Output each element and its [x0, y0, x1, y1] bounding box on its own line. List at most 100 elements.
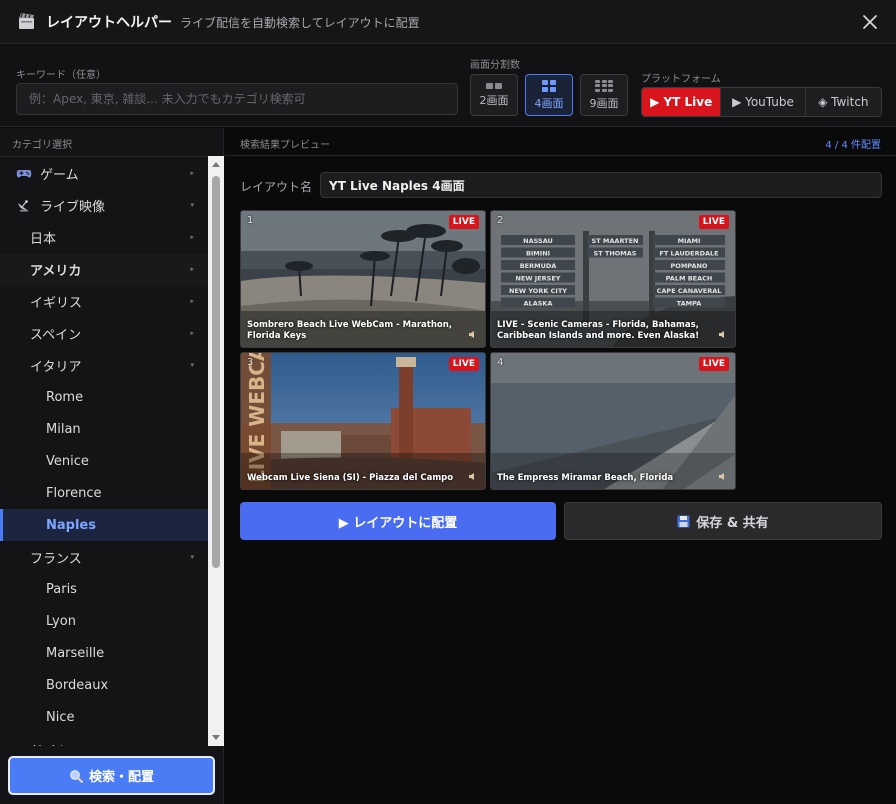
sidebar-item-bordeaux[interactable]: Bordeaux	[0, 669, 208, 701]
platform-youtube-button[interactable]: ▶ YouTube	[721, 88, 806, 116]
apply-layout-button[interactable]: ▶ レイアウトに配置	[240, 502, 556, 540]
speaker-icon[interactable]	[718, 330, 727, 339]
scroll-up-icon[interactable]	[212, 162, 220, 167]
signpost-label: POMPANO	[671, 262, 708, 270]
split-9-button[interactable]: 9画面	[580, 74, 628, 116]
signpost-label: NEW JERSEY	[515, 275, 560, 283]
stream-tile-1[interactable]: 1 LIVE Sombrero Beach Live WebCam - Mara…	[240, 210, 486, 348]
stream-title: Sombrero Beach Live WebCam - Marathon, F…	[247, 320, 453, 341]
sidebar-item-venice[interactable]: Venice	[0, 445, 208, 477]
signpost-label: FT LAUDERDALE	[659, 250, 718, 258]
sidebar-item-スペイン[interactable]: スペイン ▸	[0, 317, 208, 349]
sidebar-item-label: Lyon	[46, 613, 76, 629]
save-share-button[interactable]: 保存 & 共有	[564, 502, 882, 540]
live-badge: LIVE	[698, 357, 729, 371]
platform-selector: ▶ YT Live ▶ YouTube ◈ Twitch	[641, 87, 882, 117]
title-bar: レイアウトヘルパー ライブ配信を自動検索してレイアウトに配置	[0, 0, 896, 44]
split-2-button[interactable]: 2画面	[470, 74, 518, 116]
app-subtitle: ライブ配信を自動検索してレイアウトに配置	[180, 16, 420, 30]
sidebar-item-ドイツ[interactable]: ドイツ ▾	[0, 733, 208, 747]
sidebar-item-nice[interactable]: Nice	[0, 701, 208, 733]
tile-number: 2	[497, 215, 504, 226]
sidebar-item-label: Venice	[46, 453, 89, 469]
signpost-label: MIAMI	[678, 237, 701, 245]
signpost-label: ALASKA	[524, 300, 553, 308]
search-place-label: 検索・配置	[88, 770, 154, 785]
sidebar-item-ライブ映像[interactable]: ライブ映像 ▾	[0, 189, 208, 221]
app-title: レイアウトヘルパー	[46, 15, 172, 31]
stream-thumbnail-3: LIVE WEBCAM	[241, 353, 485, 489]
stream-tile-2[interactable]: NASSAU BIMINI BERMUDA NEW JERSEY NEW YORK CI…	[490, 210, 736, 348]
sidebar-item-label: イギリス	[30, 295, 83, 311]
preview-panel: 検索結果プレビュー 4 / 4 件配置 レイアウト名 1 LIVE Sombre…	[225, 128, 896, 804]
gamepad-icon	[16, 170, 32, 178]
floppy-disk-icon	[677, 515, 690, 527]
sidebar-item-naples[interactable]: Naples	[0, 509, 208, 541]
keyword-input[interactable]	[16, 83, 458, 115]
platform-yt-live-button[interactable]: ▶ YT Live	[642, 88, 722, 116]
sidebar-item-milan[interactable]: Milan	[0, 413, 208, 445]
sidebar-item-アメリカ[interactable]: アメリカ ▸	[0, 253, 208, 285]
stream-tile-3[interactable]: LIVE WEBCAM 3 LIVE Webcam Live Siena (SI…	[240, 352, 486, 490]
platform-label: プラットフォーム	[641, 74, 721, 85]
tile-number: 4	[497, 357, 504, 368]
sidebar-item-ゲーム[interactable]: ゲーム ▸	[0, 157, 208, 189]
stream-tile-4[interactable]: 4 LIVE The Empress Miramar Beach, Florid…	[490, 352, 736, 490]
sidebar-item-label: ライブ映像	[40, 199, 106, 215]
split-4-button[interactable]: 4画面	[525, 74, 573, 116]
sidebar-item-日本[interactable]: 日本 ▸	[0, 221, 208, 253]
search-controls: キーワード（任意） 画面分割数 2画面 4画面 9画面 プラットフォーム ▶ Y…	[0, 45, 896, 127]
signpost-label: BERMUDA	[520, 262, 557, 270]
chevron-down-icon: ▾	[190, 745, 194, 746]
sidebar-item-florence[interactable]: Florence	[0, 477, 208, 509]
sidebar-item-イギリス[interactable]: イギリス ▸	[0, 285, 208, 317]
save-share-label: 保存 & 共有	[696, 515, 769, 531]
speaker-icon[interactable]	[468, 472, 477, 481]
chevron-right-icon: ▸	[190, 233, 194, 241]
sidebar-item-paris[interactable]: Paris	[0, 573, 208, 605]
search-place-button[interactable]: 検索・配置	[8, 756, 215, 795]
close-icon[interactable]	[860, 12, 880, 32]
keyword-label: キーワード（任意）	[16, 70, 106, 81]
sidebar-item-label: Paris	[46, 581, 77, 597]
sidebar-item-label: Marseille	[46, 645, 105, 661]
category-sidebar: カテゴリ選択 ゲーム ▸ ライブ映像 ▾ 日本 ▸ アメリカ ▸ イギリス ▸ スペイン ▸ イタリア ▾…	[0, 128, 224, 804]
sidebar-scrollbar[interactable]	[208, 156, 224, 746]
clapper-board-icon	[19, 13, 34, 29]
stream-title: Webcam Live Siena (SI) - Piazza del Camp…	[247, 473, 454, 483]
stream-title: LIVE - Scenic Cameras - Florida, Bahamas…	[497, 320, 700, 341]
grid-9-icon	[595, 79, 613, 92]
speaker-icon[interactable]	[718, 472, 727, 481]
sidebar-item-lyon[interactable]: Lyon	[0, 605, 208, 637]
stream-thumbnail-4	[491, 353, 735, 489]
chevron-right-icon: ▸	[190, 329, 194, 337]
sidebar-item-rome[interactable]: Rome	[0, 381, 208, 413]
layout-name-input[interactable]	[320, 172, 882, 198]
category-heading: カテゴリ選択	[12, 140, 72, 151]
sidebar-item-フランス[interactable]: フランス ▾	[0, 541, 208, 573]
sidebar-item-label: フランス	[30, 551, 82, 567]
live-badge: LIVE	[698, 215, 729, 229]
live-badge: LIVE	[448, 215, 479, 229]
chevron-right-icon: ▸	[190, 265, 194, 273]
signpost-label: TAMPA	[677, 300, 702, 308]
placement-count: 4 / 4 件配置	[825, 140, 881, 151]
scroll-thumb[interactable]	[212, 176, 220, 568]
sidebar-item-label: イタリア	[30, 359, 82, 375]
signpost-label: NASSAU	[523, 237, 553, 245]
scroll-down-icon[interactable]	[212, 735, 220, 740]
platform-twitch-button[interactable]: ◈ Twitch	[805, 88, 881, 116]
split-4-label: 4画面	[534, 96, 564, 110]
speaker-icon[interactable]	[468, 330, 477, 339]
signpost-label: ST THOMAS	[594, 250, 637, 258]
signpost-label: ST MAARTEN	[592, 237, 639, 245]
category-list: ゲーム ▸ ライブ映像 ▾ 日本 ▸ アメリカ ▸ イギリス ▸ スペイン ▸ イタリア ▾ Rome Mil…	[0, 156, 208, 746]
chevron-down-icon: ▾	[190, 553, 194, 561]
layout-name-label: レイアウト名	[240, 180, 313, 194]
sidebar-item-marseille[interactable]: Marseille	[0, 637, 208, 669]
divider	[225, 155, 896, 156]
sidebar-item-label: Bordeaux	[46, 677, 109, 693]
sidebar-item-label: Naples	[46, 517, 96, 533]
tile-number: 3	[247, 357, 254, 368]
sidebar-item-イタリア[interactable]: イタリア ▾	[0, 349, 208, 381]
